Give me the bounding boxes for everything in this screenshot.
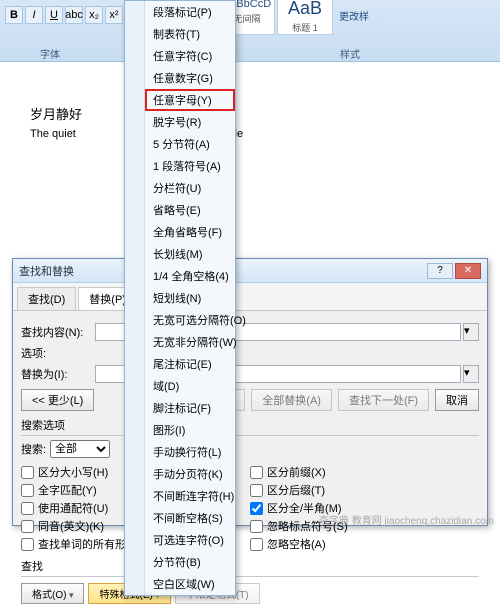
check-right-1[interactable]: 区分后缀(T) xyxy=(250,482,479,498)
search-scope-select[interactable]: 全部 xyxy=(50,440,110,458)
find-replace-dialog: 查找和替换 ? ✕ 查找(D) 替换(P) 定位(G) 查找内容(N): ▾ 选… xyxy=(12,258,488,526)
find-next-button[interactable]: 查找下一处(F) xyxy=(338,389,429,411)
menu-item-14[interactable]: 无宽可选分隔符(O) xyxy=(145,309,235,331)
menu-gutter xyxy=(125,1,145,595)
strike-button[interactable]: abc xyxy=(65,6,83,24)
doc-text-left: The quiet xyxy=(30,128,76,140)
menu-item-17[interactable]: 域(D) xyxy=(145,375,235,397)
menu-item-4[interactable]: 任意字母(Y) xyxy=(145,89,235,111)
checkbox[interactable] xyxy=(250,538,263,551)
checkbox[interactable] xyxy=(250,484,263,497)
bold-button[interactable]: B xyxy=(5,6,23,24)
format-button[interactable]: 格式(O) xyxy=(21,583,84,604)
checkbox[interactable] xyxy=(21,502,34,515)
checkbox[interactable] xyxy=(21,538,34,551)
replace-dropdown[interactable]: ▾ xyxy=(463,365,479,383)
help-button[interactable]: ? xyxy=(427,263,453,279)
cancel-button[interactable]: 取消 xyxy=(435,389,479,411)
menu-item-21[interactable]: 手动分页符(K) xyxy=(145,463,235,485)
menu-item-20[interactable]: 手动换行符(L) xyxy=(145,441,235,463)
change-styles-button[interactable]: 更改样 xyxy=(339,8,369,23)
dialog-body: 查找内容(N): ▾ 选项: 替换为(I): ▾ << 更少(L) 替换(R) … xyxy=(13,311,487,612)
menu-item-5[interactable]: 脱字号(R) xyxy=(145,111,235,133)
menu-item-3[interactable]: 任意数字(G) xyxy=(145,67,235,89)
tab-find[interactable]: 查找(D) xyxy=(17,287,76,310)
document-area[interactable]: 岁月静好 The quiet etable xyxy=(0,62,500,140)
checkbox-label: 同音(英文)(K) xyxy=(38,518,104,534)
search-scope-label: 搜索: xyxy=(21,441,46,457)
italic-button[interactable]: I xyxy=(25,6,43,24)
menu-item-22[interactable]: 不间断连字符(H) xyxy=(145,485,235,507)
watermark: 查字典 教育网 jiaocheng.chazidian.com xyxy=(319,512,494,527)
menu-item-26[interactable]: 空白区域(W) xyxy=(145,573,235,595)
menu-item-13[interactable]: 短划线(N) xyxy=(145,287,235,309)
find-label: 查找内容(N): xyxy=(21,324,95,340)
menu-item-25[interactable]: 分节符(B) xyxy=(145,551,235,573)
menu-item-6[interactable]: 5 分节符(A) xyxy=(145,133,235,155)
sup-button[interactable]: x² xyxy=(105,6,123,24)
menu-item-0[interactable]: 段落标记(P) xyxy=(145,1,235,23)
checkbox-label: 使用通配符(U) xyxy=(38,500,108,516)
doc-line1: 岁月静好 xyxy=(30,104,480,123)
group-label-styles: 样式 xyxy=(340,46,360,61)
check-right-4[interactable]: 忽略空格(A) xyxy=(250,536,479,552)
checkbox-grid: 区分大小写(H) 全字匹配(Y) 使用通配符(U) 同音(英文)(K) 查找单词的所有形… xyxy=(21,462,479,554)
menu-item-19[interactable]: 图形(I) xyxy=(145,419,235,441)
find-dropdown[interactable]: ▾ xyxy=(463,323,479,341)
close-button[interactable]: ✕ xyxy=(455,263,481,279)
replace-section-header: 查找 xyxy=(21,558,479,577)
menu-item-15[interactable]: 无宽非分隔符(W) xyxy=(145,331,235,353)
checkbox[interactable] xyxy=(21,484,34,497)
underline-button[interactable]: U xyxy=(45,6,63,24)
group-label-font: 字体 xyxy=(40,46,60,61)
menu-item-23[interactable]: 不间断空格(S) xyxy=(145,507,235,529)
menu-item-7[interactable]: 1 段落符号(A) xyxy=(145,155,235,177)
menu-item-16[interactable]: 尾注标记(E) xyxy=(145,353,235,375)
menu-item-18[interactable]: 脚注标记(F) xyxy=(145,397,235,419)
menu-item-11[interactable]: 长划线(M) xyxy=(145,243,235,265)
replace-all-button[interactable]: 全部替换(A) xyxy=(251,389,332,411)
menu-item-8[interactable]: 分栏符(U) xyxy=(145,177,235,199)
checkbox-label: 区分大小写(H) xyxy=(38,464,108,480)
menu-item-12[interactable]: 1/4 全角空格(4) xyxy=(145,265,235,287)
style-heading1[interactable]: AaB 标题 1 xyxy=(277,0,333,35)
checkbox-label: 区分后缀(T) xyxy=(267,482,325,498)
dialog-tabs: 查找(D) 替换(P) 定位(G) xyxy=(13,283,487,311)
search-options-header: 搜索选项 xyxy=(21,417,479,436)
checkbox[interactable] xyxy=(250,466,263,479)
ribbon: B I U abc x₂ x² Aa AaBbCcD 正文 AaBbCcD 无间… xyxy=(0,0,500,62)
doc-line2: The quiet etable xyxy=(30,125,480,140)
menu-item-2[interactable]: 任意字符(C) xyxy=(145,45,235,67)
special-format-menu: 段落标记(P)制表符(T)任意字符(C)任意数字(G)任意字母(Y)脱字号(R)… xyxy=(124,0,236,596)
menu-item-24[interactable]: 可选连字符(O) xyxy=(145,529,235,551)
style-label: 标题 1 xyxy=(280,21,330,34)
menu-item-1[interactable]: 制表符(T) xyxy=(145,23,235,45)
replace-label: 替换为(I): xyxy=(21,366,95,382)
checkbox-label: 区分前缀(X) xyxy=(267,464,326,480)
checkbox[interactable] xyxy=(21,466,34,479)
checkbox-label: 全字匹配(Y) xyxy=(38,482,97,498)
sub-button[interactable]: x₂ xyxy=(85,6,103,24)
menu-item-9[interactable]: 省略号(E) xyxy=(145,199,235,221)
checkbox[interactable] xyxy=(250,502,263,515)
less-button[interactable]: << 更少(L) xyxy=(21,389,94,411)
checkbox-label: 查找单词的所有形式 xyxy=(38,536,137,552)
dialog-titlebar[interactable]: 查找和替换 ? ✕ xyxy=(13,259,487,283)
checkbox-label: 忽略空格(A) xyxy=(267,536,326,552)
options-label: 选项: xyxy=(21,345,95,361)
menu-item-10[interactable]: 全角省略号(F) xyxy=(145,221,235,243)
check-right-0[interactable]: 区分前缀(X) xyxy=(250,464,479,480)
style-sample: AaB xyxy=(280,0,330,19)
